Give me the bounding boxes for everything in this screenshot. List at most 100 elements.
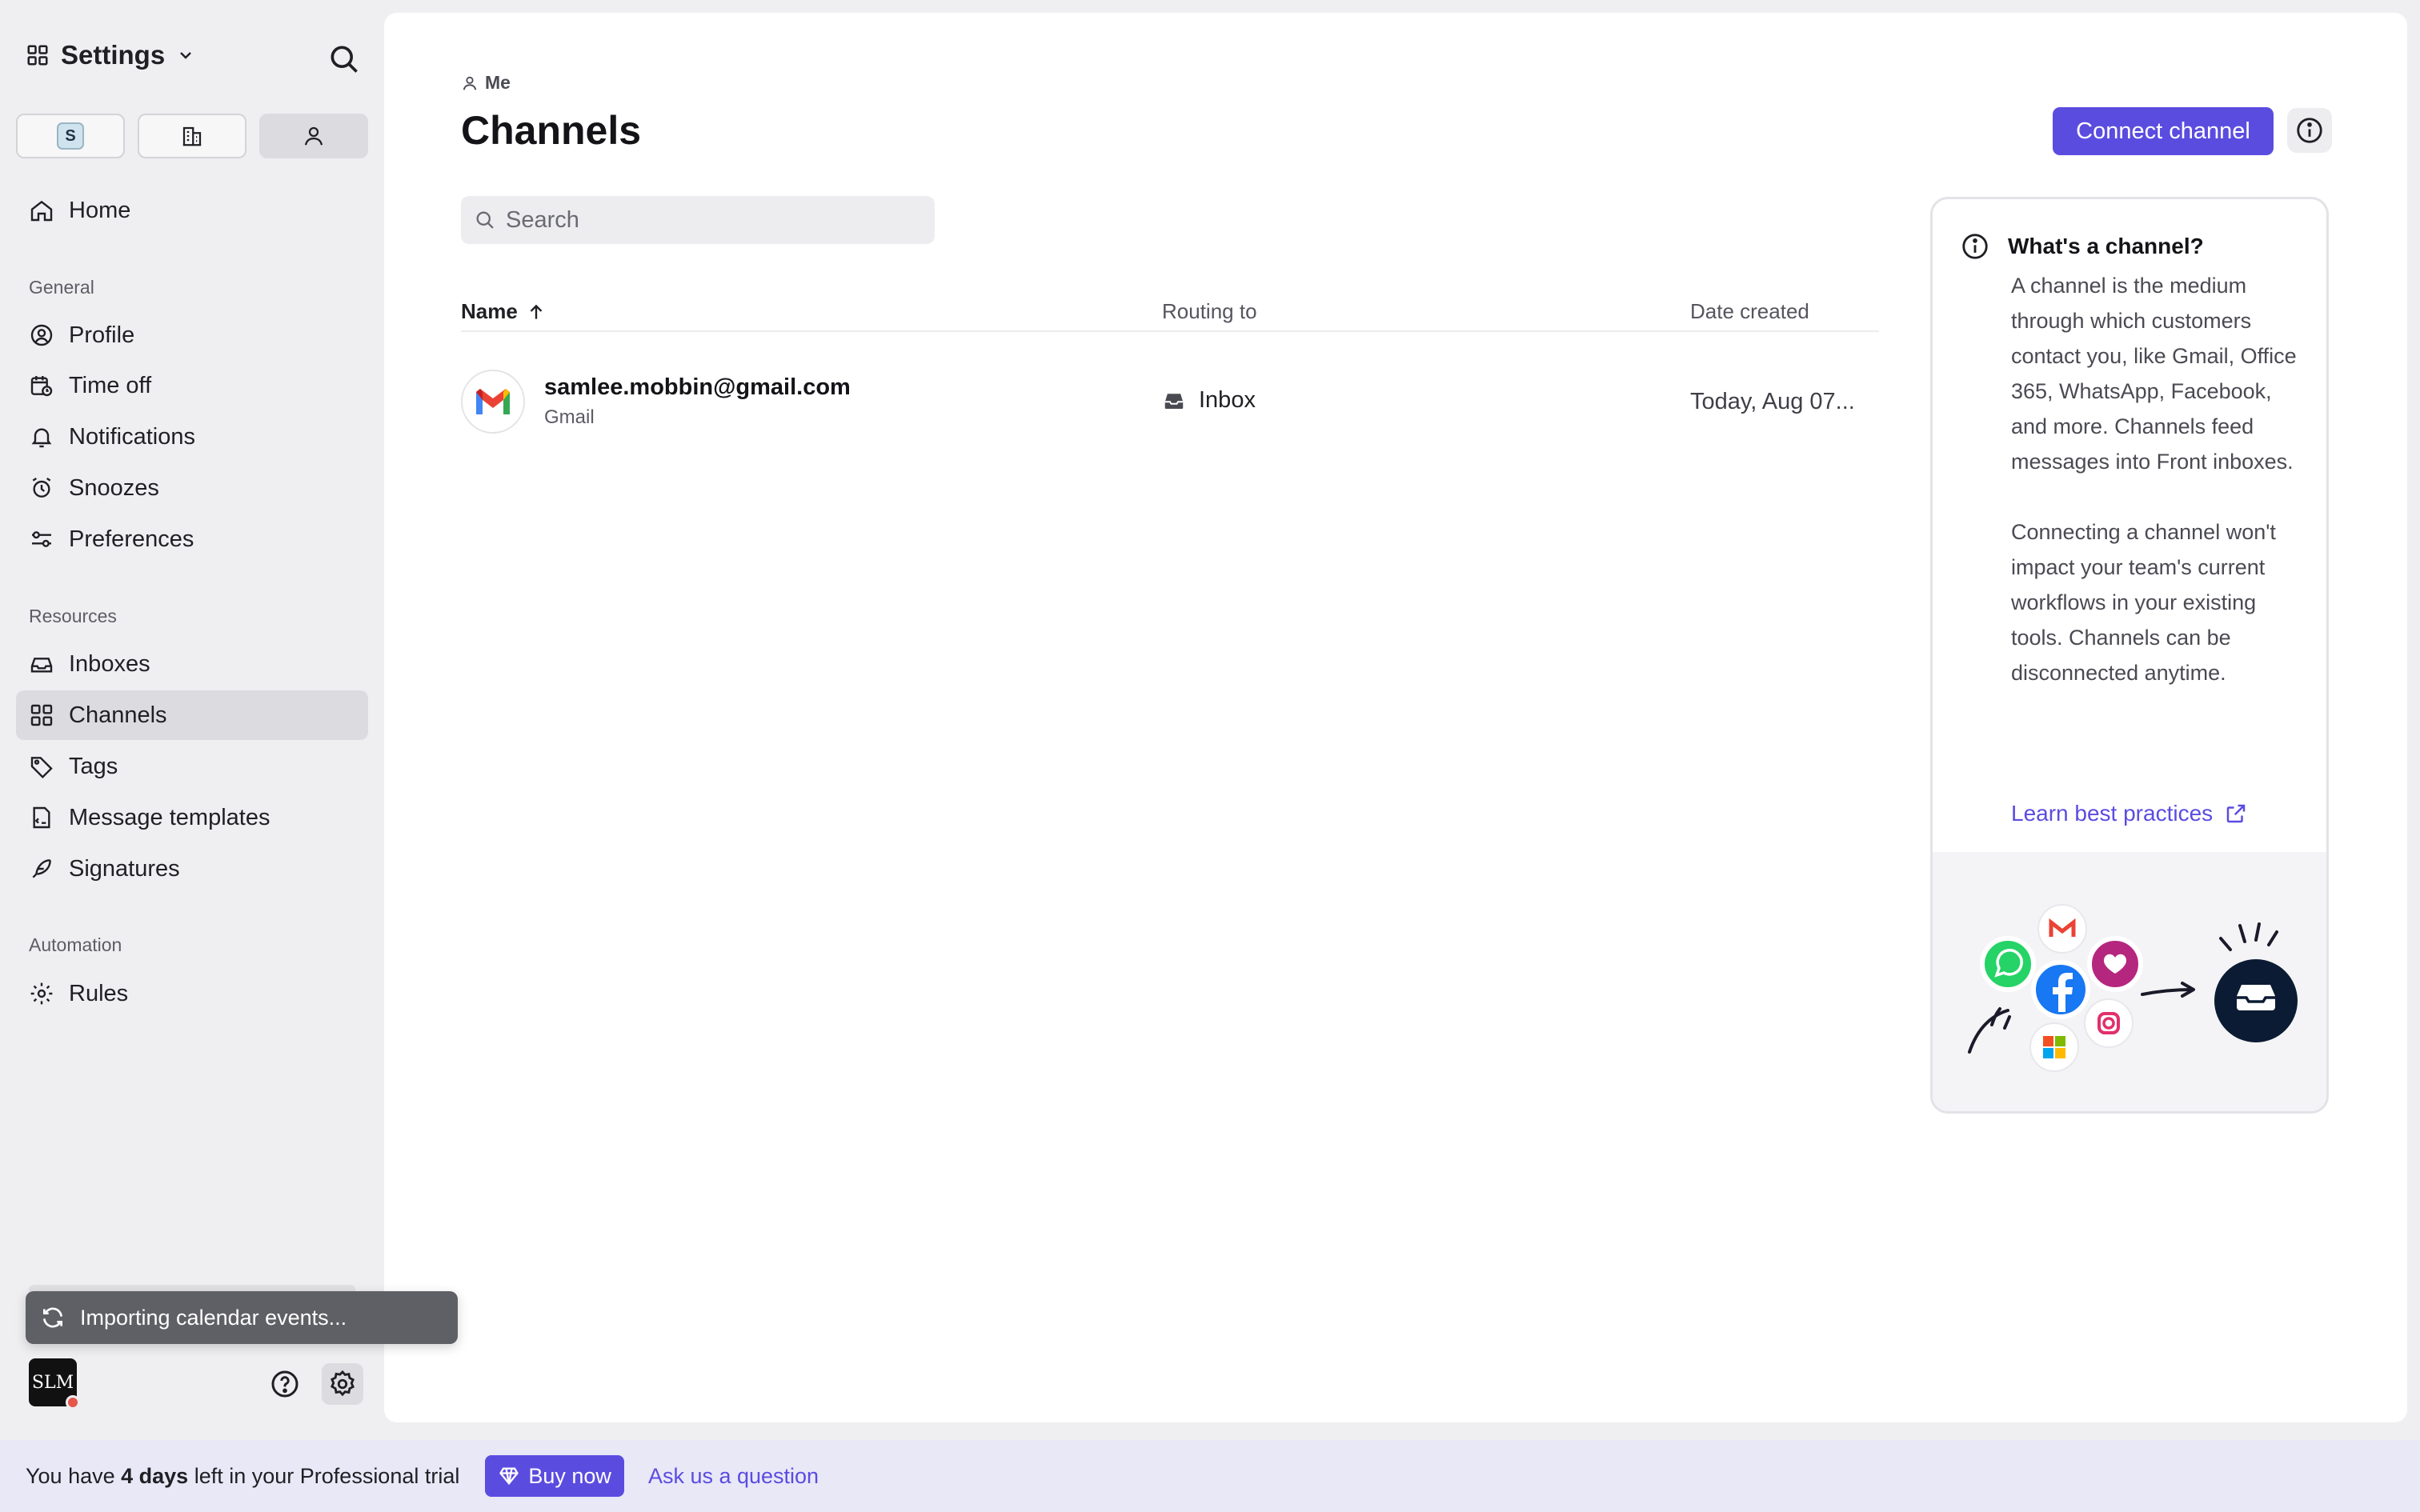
- breadcrumb[interactable]: Me: [461, 72, 511, 94]
- sidebar-item-label: Preferences: [69, 526, 194, 552]
- link-label: Learn best practices: [2011, 801, 2214, 826]
- settings-title: Settings: [61, 40, 166, 70]
- template-icon: [33, 806, 50, 829]
- segment-organization[interactable]: [138, 114, 246, 158]
- sidebar-item-preferences[interactable]: Preferences: [16, 514, 368, 564]
- table-row[interactable]: samlee.mobbin@gmail.com Gmail Inbox Toda…: [461, 358, 1879, 446]
- buy-now-button[interactable]: Buy now: [485, 1455, 624, 1497]
- tag-icon: [30, 757, 53, 779]
- user-icon: [304, 126, 323, 146]
- gear-icon: [331, 1370, 355, 1397]
- avatar-text: SLM: [31, 1372, 74, 1393]
- sidebar-item-label: Profile: [69, 322, 135, 348]
- toast-text: Importing calendar events...: [80, 1305, 347, 1330]
- sidebar-item-notifications[interactable]: Notifications: [16, 412, 368, 462]
- help-card-title: What's a channel?: [2008, 234, 2204, 258]
- sidebar-item-message-templates[interactable]: Message templates: [16, 793, 368, 842]
- channels-illustration: [1933, 852, 2326, 1111]
- learn-best-practices-link[interactable]: Learn best practices: [2011, 801, 2248, 826]
- search-input[interactable]: [506, 206, 906, 234]
- search-icon: [331, 46, 358, 73]
- segment-me[interactable]: [259, 114, 368, 158]
- search-box[interactable]: [461, 196, 935, 244]
- app-window: Settings S Home General Profile Time off…: [0, 0, 2420, 1440]
- section-resources: Resources: [29, 606, 117, 626]
- external-link-icon: [2226, 804, 2246, 823]
- channel-type: Gmail: [544, 406, 595, 428]
- sidebar-item-label: Channels: [69, 702, 167, 728]
- table-header-divider: [461, 330, 1879, 332]
- sort-ascending-icon: [530, 304, 543, 319]
- info-button[interactable]: [2287, 108, 2332, 153]
- sidebar-item-signatures[interactable]: Signatures: [16, 844, 368, 894]
- help-icon: [271, 1370, 298, 1398]
- sidebar-item-label: Tags: [69, 753, 118, 779]
- sidebar-item-home[interactable]: Home: [16, 186, 368, 235]
- inbox-icon: [30, 658, 53, 673]
- routing-target: Inbox: [1162, 387, 1256, 414]
- profile-icon: [30, 324, 53, 346]
- trial-banner: You have 4 days left in your Professiona…: [0, 1440, 2420, 1512]
- column-header-routing[interactable]: Routing to: [1162, 299, 1257, 324]
- buy-now-label: Buy now: [528, 1463, 611, 1488]
- sidebar-item-label: Home: [69, 197, 131, 223]
- section-general: General: [29, 277, 94, 298]
- settings-switcher[interactable]: Settings: [26, 40, 195, 70]
- trial-prefix: You have: [26, 1463, 115, 1488]
- sidebar-item-inboxes[interactable]: Inboxes: [16, 639, 368, 689]
- feather-pen-icon: [32, 859, 51, 878]
- channel-help-card: What's a channel? A channel is the mediu…: [1930, 197, 2329, 1114]
- sidebar-item-rules[interactable]: Rules: [16, 969, 368, 1018]
- ask-question-link[interactable]: Ask us a question: [648, 1464, 819, 1489]
- sidebar-item-tags[interactable]: Tags: [16, 742, 368, 791]
- gear-icon: [30, 982, 53, 1005]
- diamond-icon: [499, 1467, 519, 1486]
- grid-icon: [30, 704, 53, 726]
- column-header-date-created[interactable]: Date created: [1690, 299, 1809, 324]
- sidebar-item-label: Notifications: [69, 423, 195, 450]
- refresh-icon: [43, 1307, 62, 1328]
- column-header-name[interactable]: Name: [461, 299, 547, 324]
- calendar-clock-icon: [30, 376, 53, 397]
- sidebar-item-label: Rules: [69, 980, 129, 1006]
- sidebar-item-label: Message templates: [69, 804, 270, 830]
- sidebar-item-label: Signatures: [69, 855, 180, 882]
- settings-button[interactable]: [322, 1363, 363, 1405]
- date-created: Today, Aug 07...: [1690, 389, 1855, 414]
- info-icon: [2297, 118, 2322, 143]
- info-icon: [1962, 234, 1988, 259]
- sliders-icon: [32, 531, 51, 547]
- help-button[interactable]: [264, 1363, 306, 1405]
- alarm-clock-icon: [32, 478, 51, 498]
- trial-suffix: left in your Professional trial: [194, 1463, 460, 1488]
- workspace-badge: S: [57, 122, 84, 150]
- help-card-body: A channel is the medium through which cu…: [2011, 274, 2297, 685]
- page-title: Channels: [461, 108, 642, 153]
- search-icon: [476, 211, 494, 229]
- inbox-filled-icon: [1164, 393, 1184, 409]
- trial-days: 4 days: [121, 1463, 189, 1488]
- avatar[interactable]: SLM: [29, 1358, 80, 1410]
- sidebar-item-profile[interactable]: Profile: [16, 310, 368, 360]
- grid-icon: [27, 45, 48, 66]
- section-automation: Automation: [29, 934, 122, 955]
- sidebar: Settings S Home General Profile Time off…: [0, 0, 458, 1440]
- help-card-header: What's a channel?: [1960, 231, 2204, 262]
- sidebar-search-button[interactable]: [327, 42, 362, 77]
- user-icon: [463, 76, 477, 90]
- gmail-logo-icon: [461, 370, 525, 434]
- channel-email: samlee.mobbin@gmail.com: [544, 374, 851, 400]
- segment-company-workspace[interactable]: S: [16, 114, 125, 158]
- import-toast: Importing calendar events...: [26, 1291, 458, 1344]
- sidebar-item-label: Inboxes: [69, 650, 150, 677]
- sidebar-item-time-off[interactable]: Time off: [16, 361, 368, 410]
- routing-label: Inbox: [1199, 387, 1256, 413]
- breadcrumb-label: Me: [485, 72, 511, 93]
- home-icon: [30, 200, 53, 222]
- sidebar-item-channels[interactable]: Channels: [16, 690, 368, 740]
- sidebar-item-label: Snoozes: [69, 474, 159, 501]
- sidebar-item-label: Time off: [69, 372, 152, 398]
- connect-channel-button[interactable]: Connect channel: [2053, 107, 2274, 155]
- sidebar-item-snoozes[interactable]: Snoozes: [16, 463, 368, 513]
- column-header-label: Name: [461, 299, 518, 323]
